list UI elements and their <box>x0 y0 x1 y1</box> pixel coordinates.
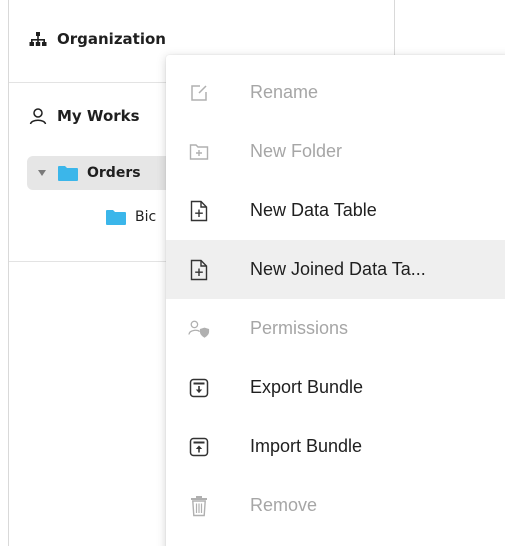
organization-header[interactable]: Organization <box>29 30 166 48</box>
menu-item-label: Import Bundle <box>250 436 363 456</box>
tree-item-child[interactable]: Bic <box>105 205 156 229</box>
folder-icon <box>57 165 79 182</box>
my-workspace-label: My Works <box>57 107 140 125</box>
menu-item-rename[interactable]: Rename <box>166 63 505 122</box>
new-data-table-icon <box>188 200 210 222</box>
import-bundle-icon <box>188 436 210 458</box>
menu-item-label: Export Bundle <box>250 377 364 397</box>
permissions-icon <box>188 318 210 340</box>
new-joined-data-table-icon <box>188 259 210 281</box>
app-root: Organization My Works Orders Bic Rename … <box>0 0 505 546</box>
tree-item-label: Orders <box>87 165 141 181</box>
my-workspace-header[interactable]: My Works <box>29 107 140 125</box>
menu-item-import-bundle[interactable]: Import Bundle <box>166 417 505 476</box>
rename-icon <box>188 82 210 104</box>
menu-item-label: New Joined Data Ta... <box>250 259 426 279</box>
user-icon <box>29 107 47 125</box>
folder-icon <box>105 209 127 226</box>
menu-item-label: Rename <box>250 82 319 102</box>
menu-item-label: New Data Table <box>250 200 377 220</box>
org-hierarchy-icon <box>29 30 47 48</box>
menu-item-label: Remove <box>250 495 318 515</box>
menu-item-permissions[interactable]: Permissions <box>166 299 505 358</box>
context-menu: Rename New Folder New Data Table New Joi… <box>166 55 505 546</box>
menu-item-new-folder[interactable]: New Folder <box>166 122 505 181</box>
trash-icon <box>188 495 210 517</box>
menu-item-label: Permissions <box>250 318 349 338</box>
new-folder-icon <box>188 141 210 163</box>
export-bundle-icon <box>188 377 210 399</box>
organization-label: Organization <box>57 30 166 48</box>
menu-item-remove[interactable]: Remove <box>166 476 505 535</box>
menu-item-new-data-table[interactable]: New Data Table <box>166 181 505 240</box>
menu-item-export-bundle[interactable]: Export Bundle <box>166 358 505 417</box>
menu-item-label: New Folder <box>250 141 343 161</box>
menu-item-new-joined-data-table[interactable]: New Joined Data Ta... <box>166 240 505 299</box>
tree-item-label: Bic <box>135 209 157 225</box>
chevron-down-icon[interactable] <box>37 169 47 177</box>
